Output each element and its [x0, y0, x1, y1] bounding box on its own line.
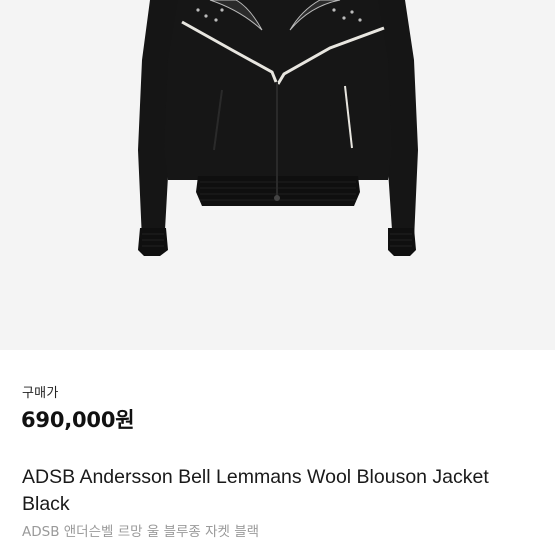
- product-title: ADSB Andersson Bell Lemmans Wool Blouson…: [22, 466, 489, 515]
- price-label: 구매가: [22, 386, 59, 401]
- product-page: 구매가 690,000원 ADSB Andersson Bell Lemmans…: [0, 0, 555, 555]
- price-value: 690,000원: [21, 408, 135, 432]
- jacket-illustration: [138, 0, 418, 256]
- product-image[interactable]: [0, 0, 555, 350]
- product-subtitle: ADSB 앤더슨벨 르망 울 블루종 자켓 블랙: [22, 524, 260, 540]
